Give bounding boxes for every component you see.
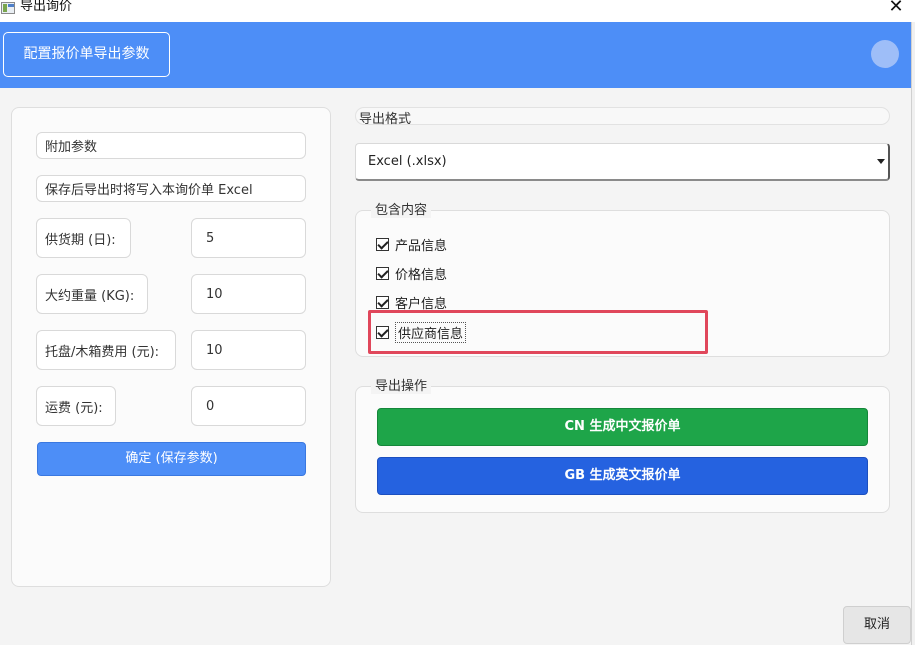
close-icon[interactable]: ✕ [884, 0, 908, 17]
export-format-value: Excel (.xlsx) [368, 154, 447, 169]
include-content-label: 包含内容 [371, 199, 432, 218]
header-bar: 配置报价单导出参数 [0, 22, 911, 88]
export-actions-label: 导出操作 [371, 375, 432, 394]
export-format-select[interactable]: Excel (.xlsx) [355, 143, 890, 181]
confirm-save-button[interactable]: 确定 (保存参数) [37, 442, 306, 476]
highlight-box [368, 310, 708, 354]
export-format-label: 导出格式 [359, 112, 412, 127]
config-export-params-button[interactable]: 配置报价单导出参数 [3, 32, 170, 77]
checkbox-icon[interactable] [376, 238, 389, 251]
cancel-button[interactable]: 取消 [843, 606, 911, 644]
freight-input[interactable]: 0 [191, 386, 306, 426]
window-title: 导出询价 [20, 0, 73, 14]
chevron-down-icon[interactable] [877, 159, 885, 164]
section-label-field: 附加参数 [36, 132, 306, 159]
generate-cn-quote-button[interactable]: CN 生成中文报价单 [377, 408, 868, 446]
export-format-header [355, 107, 890, 125]
weight-input[interactable]: 10 [191, 274, 306, 314]
window-edge [911, 22, 915, 645]
weight-label: 大约重量 (KG): [36, 274, 148, 314]
description-field: 保存后导出时将写入本询价单 Excel [36, 175, 306, 202]
title-bar: 导出询价 ✕ [0, 0, 915, 22]
generate-gb-quote-button[interactable]: GB 生成英文报价单 [377, 457, 868, 495]
checkbox-icon[interactable] [376, 296, 389, 309]
dialog-content: 附加参数 保存后导出时将写入本询价单 Excel 供货期 (日): 5 大约重量… [0, 88, 911, 645]
checkbox-label: 产品信息 [395, 239, 448, 254]
checkbox-price-info[interactable]: 价格信息 [376, 264, 447, 283]
pallet-cost-label: 托盘/木箱费用 (元): [36, 330, 176, 370]
avatar[interactable] [871, 40, 899, 68]
pallet-cost-input[interactable]: 10 [191, 330, 306, 370]
checkbox-label: 价格信息 [395, 268, 448, 283]
app-icon [1, 2, 15, 14]
checkbox-product-info[interactable]: 产品信息 [376, 235, 447, 254]
freight-label: 运费 (元): [36, 386, 116, 426]
checkbox-icon[interactable] [376, 267, 389, 280]
additional-params-panel: 附加参数 保存后导出时将写入本询价单 Excel 供货期 (日): 5 大约重量… [11, 107, 331, 587]
delivery-days-input[interactable]: 5 [191, 218, 306, 258]
delivery-days-label: 供货期 (日): [36, 218, 131, 258]
